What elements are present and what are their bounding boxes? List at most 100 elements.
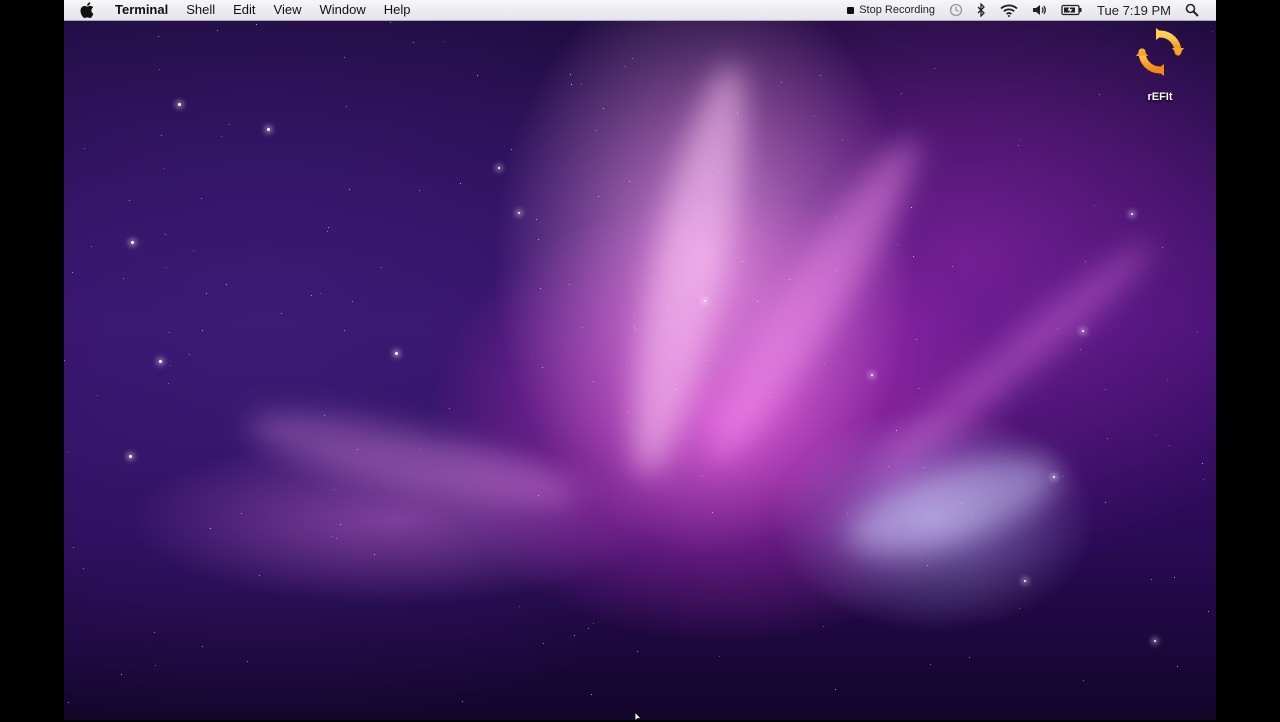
wallpaper-light-streak bbox=[863, 228, 1165, 492]
wallpaper-star bbox=[542, 367, 543, 368]
stop-recording-label: Stop Recording bbox=[859, 4, 936, 16]
wallpaper-star bbox=[1082, 330, 1084, 332]
wallpaper-star bbox=[1155, 435, 1156, 436]
stop-recording-button[interactable]: Stop Recording bbox=[840, 0, 942, 20]
menu-view[interactable]: View bbox=[265, 0, 311, 20]
wallpaper-star bbox=[170, 365, 171, 366]
menu-window[interactable]: Window bbox=[311, 0, 375, 20]
wallpaper-star bbox=[593, 623, 594, 624]
wallpaper-star bbox=[1203, 479, 1204, 480]
wallpaper-star bbox=[634, 326, 635, 327]
wallpaper-star bbox=[896, 430, 897, 431]
wallpaper-star bbox=[256, 24, 257, 25]
wallpaper-star bbox=[178, 103, 181, 106]
wallpaper-star bbox=[129, 200, 130, 201]
wallpaper-star bbox=[159, 69, 160, 70]
wallpaper-star bbox=[1085, 261, 1086, 262]
wallpaper-star bbox=[961, 503, 962, 504]
wallpaper-star bbox=[632, 58, 633, 59]
wallpaper-star bbox=[913, 256, 914, 257]
wallpaper-star bbox=[842, 139, 843, 140]
wallpaper-star bbox=[1131, 213, 1133, 215]
wallpaper-star bbox=[166, 267, 167, 268]
wallpaper-star bbox=[770, 397, 771, 398]
wallpaper-star bbox=[1105, 389, 1106, 390]
wallpaper-star bbox=[202, 330, 203, 331]
wallpaper-light-streak bbox=[687, 122, 941, 478]
wallpaper-star bbox=[574, 635, 575, 636]
wallpaper-star bbox=[637, 651, 638, 652]
time-machine-icon[interactable] bbox=[942, 0, 970, 20]
wallpaper-star bbox=[1099, 94, 1100, 95]
wallpaper-star bbox=[927, 565, 928, 566]
wifi-icon[interactable] bbox=[993, 0, 1025, 20]
wallpaper-star bbox=[540, 288, 541, 289]
wallpaper-star bbox=[331, 536, 332, 537]
wallpaper-star bbox=[1197, 331, 1198, 332]
wallpaper-star bbox=[267, 128, 270, 131]
wallpaper-star bbox=[1063, 476, 1064, 477]
wallpaper-light-streak bbox=[611, 57, 767, 483]
wallpaper-star bbox=[97, 395, 98, 396]
battery-icon[interactable] bbox=[1054, 0, 1090, 20]
wallpaper-star bbox=[629, 181, 630, 182]
wallpaper-star bbox=[1154, 640, 1156, 642]
wallpaper-star bbox=[1167, 379, 1168, 380]
wallpaper-star bbox=[836, 217, 837, 218]
wallpaper-star bbox=[596, 130, 597, 131]
menu-edit[interactable]: Edit bbox=[224, 0, 264, 20]
wallpaper-star bbox=[221, 136, 222, 137]
wallpaper-star bbox=[1057, 328, 1058, 329]
wallpaper-star bbox=[888, 466, 889, 467]
wallpaper-star bbox=[742, 261, 743, 262]
desktop-icon-refit[interactable]: rEFIt bbox=[1124, 26, 1196, 103]
spotlight-search-icon[interactable] bbox=[1178, 0, 1206, 20]
wallpaper-star bbox=[327, 231, 328, 232]
wallpaper-star bbox=[1018, 145, 1019, 146]
wallpaper-star bbox=[1107, 438, 1108, 439]
wallpaper-star bbox=[823, 626, 824, 627]
wallpaper-star bbox=[712, 512, 713, 513]
wallpaper-star bbox=[1208, 611, 1209, 612]
wallpaper-light-streak bbox=[241, 395, 587, 525]
apple-logo-icon[interactable] bbox=[64, 0, 106, 20]
wallpaper-star bbox=[460, 183, 461, 184]
wallpaper-star bbox=[154, 632, 155, 633]
wallpaper-star bbox=[676, 389, 677, 390]
wallpaper-star bbox=[930, 664, 931, 665]
wallpaper-star bbox=[969, 657, 970, 658]
wallpaper-star bbox=[1202, 463, 1203, 464]
wallpaper-star bbox=[536, 219, 537, 220]
wallpaper-star bbox=[449, 408, 450, 409]
wallpaper-star bbox=[972, 513, 973, 514]
wallpaper-star bbox=[582, 327, 583, 328]
wallpaper-star bbox=[84, 148, 85, 149]
volume-icon[interactable] bbox=[1025, 0, 1054, 20]
desktop-icon-label: rEFIt bbox=[1147, 91, 1173, 103]
wallpaper-star bbox=[702, 475, 703, 476]
wallpaper-star bbox=[1019, 139, 1020, 140]
wallpaper-star bbox=[1174, 577, 1175, 578]
wallpaper-star bbox=[824, 363, 825, 364]
wallpaper-star bbox=[1169, 445, 1170, 446]
wallpaper-star bbox=[374, 554, 375, 555]
menu-shell[interactable]: Shell bbox=[177, 0, 224, 20]
wallpaper-star bbox=[847, 513, 848, 514]
wallpaper-star bbox=[328, 227, 329, 228]
menu-help[interactable]: Help bbox=[375, 0, 420, 20]
wallpaper-star bbox=[72, 272, 73, 273]
wallpaper-star bbox=[131, 241, 134, 244]
bluetooth-icon[interactable] bbox=[970, 0, 993, 20]
wallpaper-star bbox=[165, 234, 166, 235]
wallpaper-star bbox=[206, 293, 207, 294]
wallpaper-star bbox=[588, 628, 589, 629]
wallpaper-star bbox=[635, 329, 636, 330]
wallpaper-star bbox=[1212, 31, 1213, 32]
desktop-wallpaper[interactable] bbox=[64, 0, 1216, 720]
wallpaper-star bbox=[159, 360, 162, 363]
wallpaper-star bbox=[395, 352, 398, 355]
wallpaper-star bbox=[581, 84, 582, 85]
menu-clock[interactable]: Tue 7:19 PM bbox=[1090, 0, 1178, 20]
menu-app-name[interactable]: Terminal bbox=[106, 0, 177, 20]
wallpaper-star bbox=[781, 82, 782, 83]
